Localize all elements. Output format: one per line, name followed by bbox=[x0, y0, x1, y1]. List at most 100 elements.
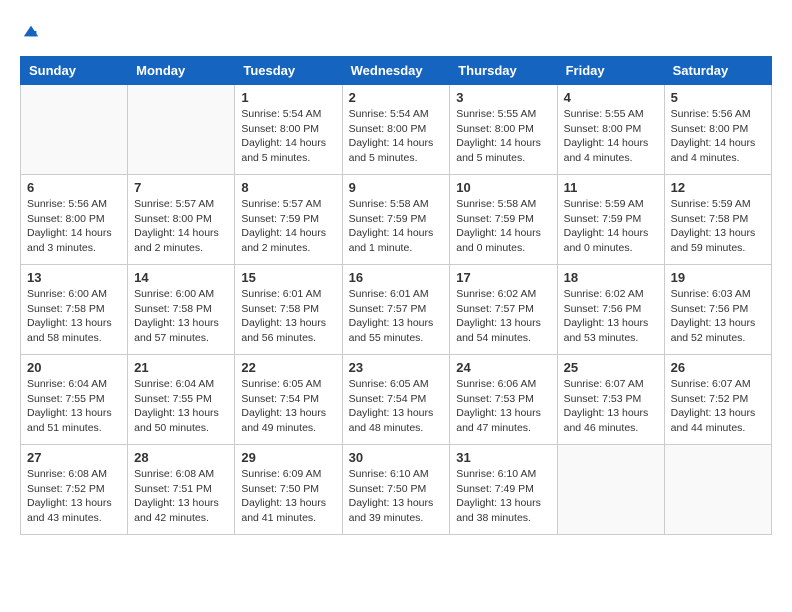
calendar-cell: 1Sunrise: 5:54 AMSunset: 8:00 PMDaylight… bbox=[235, 85, 342, 175]
day-info: Sunrise: 6:00 AMSunset: 7:58 PMDaylight:… bbox=[134, 287, 228, 346]
calendar-cell: 5Sunrise: 5:56 AMSunset: 8:00 PMDaylight… bbox=[664, 85, 771, 175]
day-info: Sunrise: 6:01 AMSunset: 7:58 PMDaylight:… bbox=[241, 287, 335, 346]
calendar-cell: 22 Sunrise: 6:05 AMSunset: 7:54 PMDayligh… bbox=[235, 355, 342, 445]
day-number: 6 bbox=[27, 180, 121, 195]
day-info: Sunrise: 5:57 AMSunset: 7:59 PMDaylight:… bbox=[241, 197, 335, 256]
calendar-header-monday: Monday bbox=[128, 57, 235, 85]
calendar-cell: 19 Sunrise: 6:03 AMSunset: 7:56 PMDayligh… bbox=[664, 265, 771, 355]
day-info: Sunrise: 5:59 AMSunset: 7:59 PMDaylight:… bbox=[564, 197, 658, 256]
calendar-header-friday: Friday bbox=[557, 57, 664, 85]
calendar-cell: 30Sunrise: 6:10 AMSunset: 7:50 PMDayligh… bbox=[342, 445, 450, 535]
day-info: Sunrise: 6:09 AMSunset: 7:50 PMDaylight:… bbox=[241, 467, 335, 526]
calendar-cell: 13 Sunrise: 6:00 AMSunset: 7:58 PMDayligh… bbox=[21, 265, 128, 355]
day-info: Sunrise: 5:54 AMSunset: 8:00 PMDaylight:… bbox=[349, 107, 444, 166]
day-info: Sunrise: 5:55 AMSunset: 8:00 PMDaylight:… bbox=[564, 107, 658, 166]
calendar-cell bbox=[557, 445, 664, 535]
day-number: 31 bbox=[456, 450, 550, 465]
calendar-cell bbox=[664, 445, 771, 535]
day-number: 20 bbox=[27, 360, 121, 375]
calendar-cell: 23Sunrise: 6:05 AMSunset: 7:54 PMDayligh… bbox=[342, 355, 450, 445]
calendar-cell: 9 Sunrise: 5:58 AMSunset: 7:59 PMDaylight… bbox=[342, 175, 450, 265]
calendar-header-thursday: Thursday bbox=[450, 57, 557, 85]
day-number: 14 bbox=[134, 270, 228, 285]
day-number: 25 bbox=[564, 360, 658, 375]
day-number: 5 bbox=[671, 90, 765, 105]
day-number: 7 bbox=[134, 180, 228, 195]
day-number: 18 bbox=[564, 270, 658, 285]
calendar-cell: 6 Sunrise: 5:56 AMSunset: 8:00 PMDaylight… bbox=[21, 175, 128, 265]
logo-icon bbox=[22, 22, 40, 40]
day-info: Sunrise: 6:06 AMSunset: 7:53 PMDaylight:… bbox=[456, 377, 550, 436]
calendar-header-saturday: Saturday bbox=[664, 57, 771, 85]
day-number: 2 bbox=[349, 90, 444, 105]
calendar-cell: 3 Sunrise: 5:55 AMSunset: 8:00 PMDaylight… bbox=[450, 85, 557, 175]
calendar-cell: 4 Sunrise: 5:55 AMSunset: 8:00 PMDaylight… bbox=[557, 85, 664, 175]
day-number: 24 bbox=[456, 360, 550, 375]
day-info: Sunrise: 6:02 AMSunset: 7:57 PMDaylight:… bbox=[456, 287, 550, 346]
calendar-cell bbox=[128, 85, 235, 175]
calendar-week-row: 27 Sunrise: 6:08 AMSunset: 7:52 PMDayligh… bbox=[21, 445, 772, 535]
day-info: Sunrise: 6:03 AMSunset: 7:56 PMDaylight:… bbox=[671, 287, 765, 346]
calendar-cell: 10 Sunrise: 5:58 AMSunset: 7:59 PMDayligh… bbox=[450, 175, 557, 265]
day-number: 27 bbox=[27, 450, 121, 465]
day-info: Sunrise: 6:00 AMSunset: 7:58 PMDaylight:… bbox=[27, 287, 121, 346]
day-info: Sunrise: 6:05 AMSunset: 7:54 PMDaylight:… bbox=[349, 377, 444, 436]
calendar-cell: 28Sunrise: 6:08 AMSunset: 7:51 PMDayligh… bbox=[128, 445, 235, 535]
page-header bbox=[20, 20, 772, 40]
calendar-cell: 14 Sunrise: 6:00 AMSunset: 7:58 PMDayligh… bbox=[128, 265, 235, 355]
day-number: 19 bbox=[671, 270, 765, 285]
day-info: Sunrise: 6:07 AMSunset: 7:53 PMDaylight:… bbox=[564, 377, 658, 436]
calendar-cell: 8 Sunrise: 5:57 AMSunset: 7:59 PMDaylight… bbox=[235, 175, 342, 265]
day-info: Sunrise: 6:04 AMSunset: 7:55 PMDaylight:… bbox=[134, 377, 228, 436]
day-info: Sunrise: 6:10 AMSunset: 7:50 PMDaylight:… bbox=[349, 467, 444, 526]
day-number: 11 bbox=[564, 180, 658, 195]
logo bbox=[20, 20, 40, 40]
day-number: 9 bbox=[349, 180, 444, 195]
day-number: 21 bbox=[134, 360, 228, 375]
day-number: 3 bbox=[456, 90, 550, 105]
calendar-week-row: 13 Sunrise: 6:00 AMSunset: 7:58 PMDayligh… bbox=[21, 265, 772, 355]
calendar-header-sunday: Sunday bbox=[21, 57, 128, 85]
day-number: 8 bbox=[241, 180, 335, 195]
day-number: 22 bbox=[241, 360, 335, 375]
calendar-cell: 27 Sunrise: 6:08 AMSunset: 7:52 PMDayligh… bbox=[21, 445, 128, 535]
day-number: 16 bbox=[349, 270, 444, 285]
day-info: Sunrise: 5:59 AMSunset: 7:58 PMDaylight:… bbox=[671, 197, 765, 256]
day-info: Sunrise: 5:57 AMSunset: 8:00 PMDaylight:… bbox=[134, 197, 228, 256]
calendar-week-row: 20 Sunrise: 6:04 AMSunset: 7:55 PMDayligh… bbox=[21, 355, 772, 445]
calendar-cell: 31 Sunrise: 6:10 AMSunset: 7:49 PMDayligh… bbox=[450, 445, 557, 535]
calendar-cell: 24 Sunrise: 6:06 AMSunset: 7:53 PMDayligh… bbox=[450, 355, 557, 445]
day-info: Sunrise: 6:01 AMSunset: 7:57 PMDaylight:… bbox=[349, 287, 444, 346]
calendar-table: SundayMondayTuesdayWednesdayThursdayFrid… bbox=[20, 56, 772, 535]
day-number: 17 bbox=[456, 270, 550, 285]
day-info: Sunrise: 6:07 AMSunset: 7:52 PMDaylight:… bbox=[671, 377, 765, 436]
calendar-week-row: 6 Sunrise: 5:56 AMSunset: 8:00 PMDaylight… bbox=[21, 175, 772, 265]
calendar-cell bbox=[21, 85, 128, 175]
header-row: SundayMondayTuesdayWednesdayThursdayFrid… bbox=[21, 57, 772, 85]
calendar-cell: 21 Sunrise: 6:04 AMSunset: 7:55 PMDayligh… bbox=[128, 355, 235, 445]
calendar-header-wednesday: Wednesday bbox=[342, 57, 450, 85]
day-info: Sunrise: 6:10 AMSunset: 7:49 PMDaylight:… bbox=[456, 467, 550, 526]
day-info: Sunrise: 6:08 AMSunset: 7:52 PMDaylight:… bbox=[27, 467, 121, 526]
calendar-cell: 16 Sunrise: 6:01 AMSunset: 7:57 PMDayligh… bbox=[342, 265, 450, 355]
day-number: 26 bbox=[671, 360, 765, 375]
day-info: Sunrise: 5:58 AMSunset: 7:59 PMDaylight:… bbox=[456, 197, 550, 256]
day-info: Sunrise: 5:56 AMSunset: 8:00 PMDaylight:… bbox=[27, 197, 121, 256]
calendar-cell: 11 Sunrise: 5:59 AMSunset: 7:59 PMDayligh… bbox=[557, 175, 664, 265]
day-number: 12 bbox=[671, 180, 765, 195]
day-info: Sunrise: 6:02 AMSunset: 7:56 PMDaylight:… bbox=[564, 287, 658, 346]
day-number: 4 bbox=[564, 90, 658, 105]
day-info: Sunrise: 6:05 AMSunset: 7:54 PMDaylight:… bbox=[241, 377, 335, 436]
day-info: Sunrise: 5:58 AMSunset: 7:59 PMDaylight:… bbox=[349, 197, 444, 256]
calendar-cell: 20Sunrise: 6:04 AMSunset: 7:55 PMDayligh… bbox=[21, 355, 128, 445]
calendar-cell: 2 Sunrise: 5:54 AMSunset: 8:00 PMDaylight… bbox=[342, 85, 450, 175]
day-number: 13 bbox=[27, 270, 121, 285]
day-info: Sunrise: 5:55 AMSunset: 8:00 PMDaylight:… bbox=[456, 107, 550, 166]
calendar-cell: 18 Sunrise: 6:02 AMSunset: 7:56 PMDayligh… bbox=[557, 265, 664, 355]
day-number: 15 bbox=[241, 270, 335, 285]
calendar-cell: 29Sunrise: 6:09 AMSunset: 7:50 PMDayligh… bbox=[235, 445, 342, 535]
calendar-cell: 17 Sunrise: 6:02 AMSunset: 7:57 PMDayligh… bbox=[450, 265, 557, 355]
day-number: 10 bbox=[456, 180, 550, 195]
calendar-cell: 7 Sunrise: 5:57 AMSunset: 8:00 PMDaylight… bbox=[128, 175, 235, 265]
calendar-header-tuesday: Tuesday bbox=[235, 57, 342, 85]
